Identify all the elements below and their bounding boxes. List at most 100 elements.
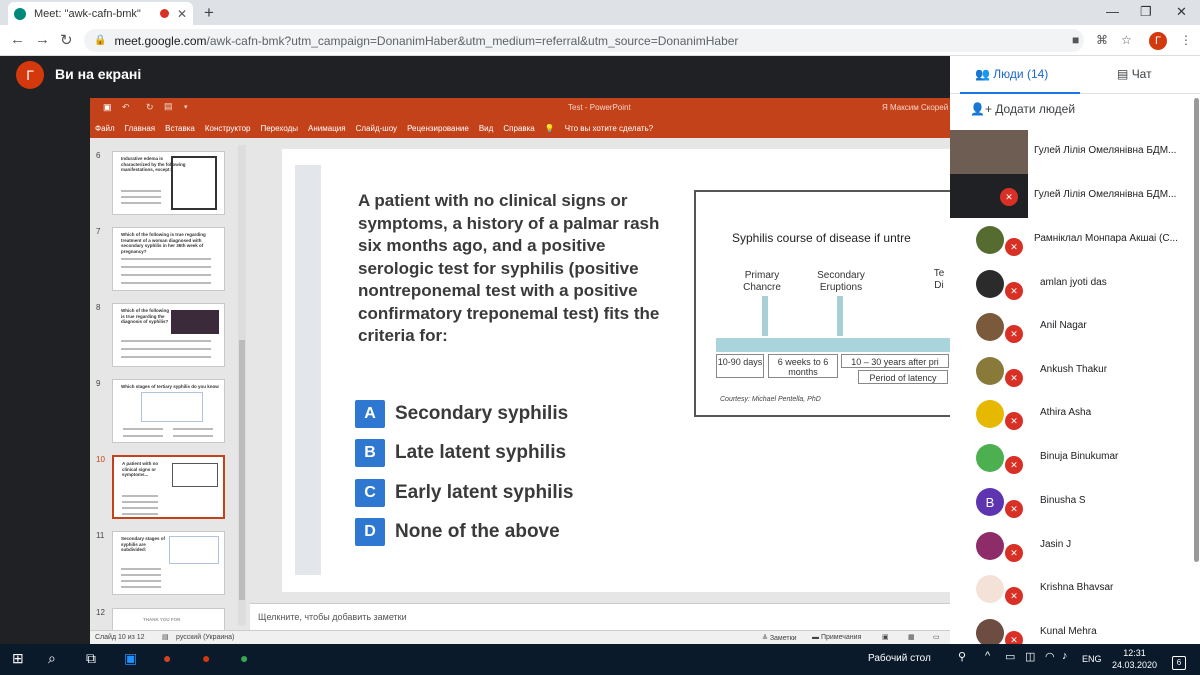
thumb-number: 9 [96, 379, 101, 388]
minimize-icon[interactable]: — [1106, 4, 1119, 19]
participant-name: Гулей Лілія Омелянівна БДМ... [1034, 145, 1177, 156]
participant-row[interactable]: ✕ Athira Asha [950, 392, 1195, 436]
ribbon-tab-file[interactable]: Файл [95, 124, 115, 133]
windows-start-icon[interactable]: ⊞ [12, 650, 24, 667]
tray-chevron-icon[interactable]: ^ [985, 650, 990, 662]
participant-name: Binusha S [1040, 495, 1086, 506]
reading-view-icon[interactable]: ▭ [933, 633, 940, 641]
arrow-primary-icon [762, 296, 768, 336]
participant-row[interactable]: ✕ Jasin J [950, 524, 1195, 568]
mic-muted-icon: ✕ [1005, 325, 1023, 343]
windows-taskbar [0, 644, 1200, 675]
participant-row[interactable]: ✕ Ankush Thakur [950, 349, 1195, 393]
slide-thumbnail[interactable]: THANK YOU FOR [112, 608, 225, 632]
participant-row[interactable]: Гулей Лілія Омелянівна БДМ... [950, 130, 1176, 174]
back-icon[interactable]: ← [10, 31, 25, 48]
participant-avatar [976, 357, 1004, 385]
participant-row[interactable]: B ✕ Binusha S [950, 480, 1195, 524]
browser-tab[interactable]: Meet: "awk-cafn-bmk" ✕ [8, 2, 193, 25]
network-icon[interactable]: ◫ [1025, 650, 1035, 663]
panel-scrollbar[interactable] [1194, 98, 1199, 562]
ribbon-tab-design[interactable]: Конструктор [205, 124, 251, 133]
notes-pane[interactable]: Щелкните, чтобы добавить заметки [250, 603, 950, 630]
chrome-profile-app-icon[interactable]: ● [202, 650, 210, 666]
thumb-number: 6 [96, 151, 101, 160]
reload-icon[interactable]: ↻ [60, 31, 73, 49]
ribbon-tab-help[interactable]: Справка [503, 124, 534, 133]
recording-icon [159, 9, 169, 18]
slide-thumbnail[interactable]: Which stages of tertiary syphilis do you… [112, 379, 225, 443]
close-tab-icon[interactable]: ✕ [177, 7, 187, 21]
ribbon-tab-animations[interactable]: Анимация [308, 124, 346, 133]
label-secondary-eruptions: Secondary Eruptions [817, 270, 865, 293]
people-tray-icon[interactable]: ⚲ [958, 650, 966, 663]
battery-icon[interactable]: ▭ [1005, 650, 1015, 663]
participant-row[interactable]: ✕ Рамніклал Монпара Акшаі (С... [950, 218, 1195, 262]
redo-icon[interactable]: ↻ [146, 102, 154, 113]
close-window-icon[interactable]: ✕ [1176, 4, 1187, 20]
slide-thumbnail[interactable]: Which of the following is true regarding… [112, 303, 225, 367]
profile-avatar[interactable]: Г [1149, 32, 1167, 50]
slide-thumbnail[interactable]: Indurative edema is characterized by the… [112, 151, 225, 215]
ribbon-tab-home[interactable]: Главная [125, 124, 155, 133]
desktop-toolbar-label[interactable]: Рабочий стол [868, 653, 931, 664]
ribbon-tab-slideshow[interactable]: Слайд-шоу [356, 124, 397, 133]
ribbon-tab-view[interactable]: Вид [479, 124, 493, 133]
add-people-button[interactable]: 👤+ Додати людей [970, 102, 1075, 116]
chrome-app-icon[interactable]: ● [240, 650, 248, 666]
undo-icon[interactable]: ↶ [122, 102, 130, 113]
normal-view-icon[interactable]: ▣ [882, 633, 889, 641]
maximize-icon[interactable]: ❐ [1140, 4, 1152, 20]
active-tab-indicator [960, 92, 1080, 94]
save-icon[interactable]: ▣ [103, 102, 112, 113]
tab-chat[interactable]: ▤ Чат [1117, 67, 1152, 81]
people-icon: 👥 [975, 67, 990, 81]
new-tab-button[interactable]: + [204, 3, 214, 23]
comments-toggle[interactable]: ▬ Примечания [812, 634, 861, 641]
presenter-avatar: Г [16, 61, 44, 89]
ribbon-tab-transitions[interactable]: Переходы [260, 124, 298, 133]
participant-name: Рамніклал Монпара Акшаі (С... [1034, 233, 1178, 244]
task-view-icon[interactable]: ⧉ [86, 650, 96, 667]
system-clock[interactable]: 12:31 24.03.2020 [1112, 647, 1157, 671]
participant-row[interactable]: ✕ Krishna Bhavsar [950, 567, 1195, 611]
search-icon[interactable]: ⌕ [48, 650, 56, 667]
wifi-icon[interactable]: ◠ [1045, 650, 1055, 663]
slideshow-start-icon[interactable]: ▤ [164, 101, 173, 112]
forward-icon[interactable]: → [35, 31, 50, 48]
spellcheck-icon[interactable]: ▤ [162, 633, 169, 641]
participant-row[interactable]: ✕ Binuja Binukumar [950, 436, 1195, 480]
thumb-image [171, 156, 217, 210]
translate-icon[interactable]: ⌘ [1096, 33, 1108, 47]
language-indicator[interactable]: ENG [1082, 654, 1102, 664]
ribbon-tab-insert[interactable]: Вставка [165, 124, 195, 133]
notification-center-icon[interactable]: 6 [1172, 656, 1186, 670]
language-status[interactable]: русский (Украина) [176, 634, 234, 641]
network-app-icon[interactable]: ▣ [124, 650, 137, 667]
thumb-title: Which of the following is true regarding… [121, 308, 169, 325]
chat-tab-label: Чат [1131, 67, 1152, 81]
camera-icon[interactable]: ■ [1072, 33, 1079, 47]
menu-dots-icon[interactable]: ⋮ [1180, 33, 1192, 47]
url-path: /awk-cafn-bmk?utm_campaign=DonanimHaber&… [206, 33, 739, 48]
sorter-view-icon[interactable]: ▦ [908, 633, 915, 641]
address-bar[interactable]: 🔒 meet.google.com/awk-cafn-bmk?utm_campa… [84, 29, 1084, 52]
tab-people[interactable]: 👥 Люди (14) [975, 67, 1048, 81]
customize-qat-icon[interactable]: ▾ [184, 103, 188, 111]
slide-thumbnail-selected[interactable]: A patient with no clinical signs or symp… [112, 455, 225, 519]
slide-thumbnail[interactable]: Which of the following is true regarding… [112, 227, 225, 291]
ribbon-tab-review[interactable]: Рецензирование [407, 124, 469, 133]
participant-row[interactable]: ✕ amlan jyoti das [950, 262, 1195, 306]
arrow-secondary-icon [837, 296, 843, 336]
powerpoint-app-icon[interactable]: ● [163, 650, 171, 666]
notes-toggle[interactable]: ≜ Заметки [762, 634, 797, 642]
participant-row[interactable]: ✕ Anil Nagar [950, 305, 1195, 349]
participant-row[interactable]: ✕ Гулей Лілія Омелянівна БДМ... [950, 174, 1176, 218]
slide-thumbnail[interactable]: Secondary stages of syphilis are subdivi… [112, 531, 225, 595]
tell-me-search[interactable]: Что вы хотите сделать? [565, 124, 653, 133]
thumbnail-scrollbar[interactable] [238, 145, 246, 625]
volume-icon[interactable]: ♪ [1062, 650, 1068, 662]
bookmark-star-icon[interactable]: ☆ [1121, 33, 1132, 47]
stage-box-2: 6 weeks to 6 months [768, 354, 838, 378]
participant-name: Jasin J [1040, 539, 1072, 550]
